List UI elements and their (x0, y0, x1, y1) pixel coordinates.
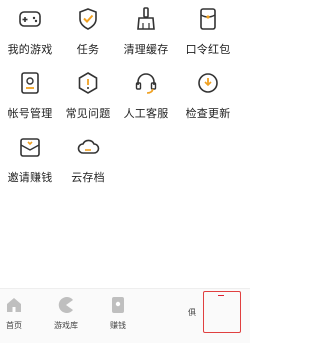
red-envelope-icon (200, 8, 216, 30)
menu-item-label: 帐号管理 (7, 107, 53, 120)
pacman-icon (58, 297, 73, 313)
selected-tab-indicator (218, 295, 224, 296)
tab-label: 首页 (6, 321, 22, 330)
menu-item-label: 人工客服 (123, 107, 169, 120)
tab-label: 游戏库 (54, 321, 78, 330)
menu-item-account-management[interactable]: 帐号管理 (2, 66, 58, 126)
menu-item-label: 清理缓存 (123, 43, 169, 56)
hexagon-info-icon (78, 72, 98, 94)
menu-item-label: 口令红包 (185, 43, 231, 56)
menu-item-invite-earn[interactable]: 邀请赚钱 (2, 130, 58, 190)
menu-item-label: 我的游戏 (7, 43, 53, 56)
headset-icon (135, 73, 157, 94)
menu-item-label: 云存档 (71, 171, 105, 184)
menu-item-customer-service[interactable]: 人工客服 (118, 66, 174, 126)
menu-item-clear-cache[interactable]: 清理缓存 (118, 2, 174, 62)
tab-game-library[interactable]: 游戏库 (46, 295, 86, 339)
menu-item-code-red-envelope[interactable]: 口令红包 (180, 2, 236, 62)
menu-item-tasks[interactable]: 任务 (60, 2, 116, 62)
cloud-icon (77, 139, 100, 154)
menu-item-label: 任务 (76, 43, 100, 56)
menu-item-label: 检查更新 (185, 107, 231, 120)
menu-item-check-update[interactable]: 检查更新 (180, 66, 236, 126)
shield-check-icon (79, 8, 97, 30)
account-card-icon (21, 72, 39, 94)
tab-earn[interactable]: 赚钱 (98, 295, 138, 339)
tab-group-partial-label[interactable]: 俱 (188, 307, 196, 318)
menu-item-faq[interactable]: 常见问题 (60, 66, 116, 126)
tab-label: 赚钱 (110, 321, 126, 330)
home-icon (7, 298, 21, 312)
menu-item-label: 邀请赚钱 (7, 171, 53, 184)
selected-tab-highlight[interactable] (203, 291, 241, 333)
menu-item-label: 常见问题 (65, 107, 111, 120)
update-icon (198, 73, 218, 93)
gamepad-icon (19, 11, 41, 27)
menu-item-my-games[interactable]: 我的游戏 (2, 2, 58, 62)
envelope-coin-icon (112, 297, 124, 313)
invite-envelope-icon (20, 138, 40, 157)
menu-item-cloud-save[interactable]: 云存档 (60, 130, 116, 190)
tab-home[interactable]: 首页 (0, 295, 34, 339)
broom-icon (137, 7, 155, 30)
